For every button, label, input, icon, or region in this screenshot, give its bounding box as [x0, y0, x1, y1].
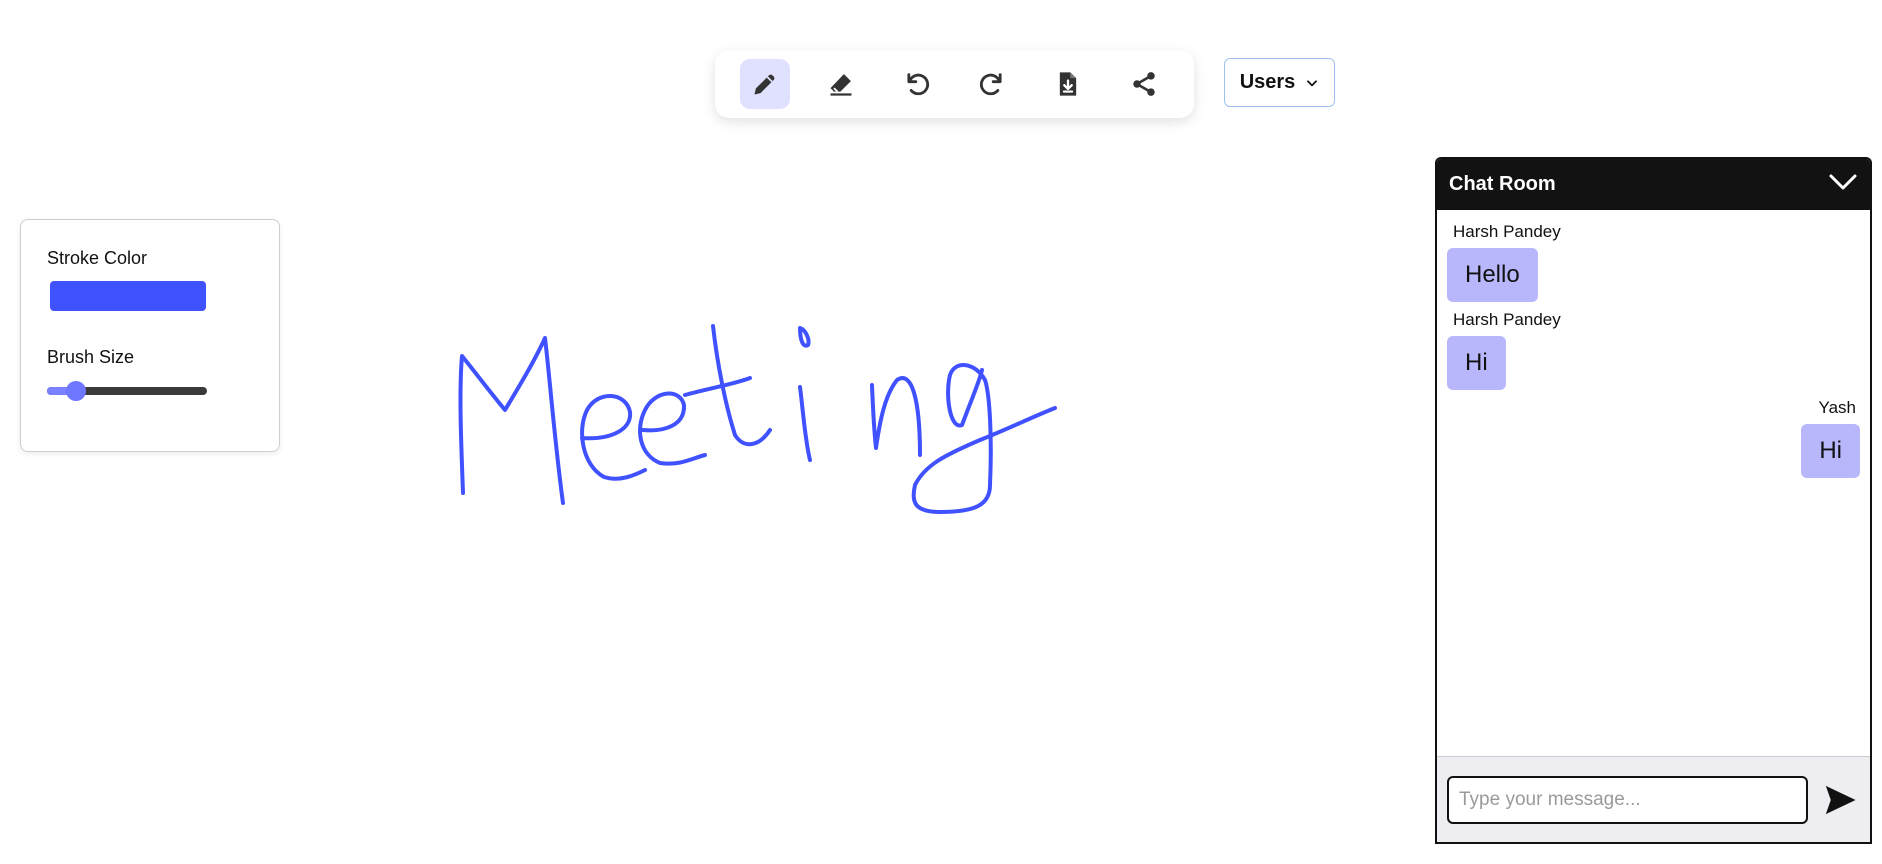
- message-input[interactable]: [1447, 775, 1808, 824]
- drawn-stroke: [683, 376, 752, 397]
- brush-size-label: Brush Size: [47, 347, 135, 367]
- chat-collapse-button[interactable]: [1828, 173, 1858, 196]
- message-sender: Yash: [1818, 398, 1857, 417]
- users-dropdown[interactable]: Users: [1224, 58, 1335, 107]
- chevron-down-icon: [1829, 174, 1857, 190]
- slider-thumb[interactable]: [65, 381, 86, 401]
- send-button[interactable]: [1820, 780, 1860, 820]
- undo-button[interactable]: [892, 59, 942, 109]
- drawn-stroke: [638, 391, 707, 466]
- drawn-stroke: [798, 385, 812, 462]
- share-icon: [1133, 72, 1155, 96]
- message-bubble: Hi: [1801, 424, 1860, 478]
- chat-input-bar: [1437, 756, 1870, 842]
- undo-icon: [906, 73, 929, 96]
- chat-message: Yash Hi: [1447, 398, 1860, 478]
- eraser-tool-button[interactable]: [816, 59, 866, 109]
- download-file-icon: [1060, 72, 1077, 96]
- send-icon: [1825, 785, 1856, 814]
- chat-room-panel: Chat Room Harsh Pandey Hello Harsh Pande…: [1435, 157, 1872, 844]
- message-sender: Harsh Pandey: [1453, 222, 1561, 241]
- pencil-tool-button[interactable]: [739, 59, 790, 109]
- share-button[interactable]: [1119, 59, 1169, 109]
- message-sender: Harsh Pandey: [1453, 310, 1561, 329]
- brush-size-slider[interactable]: [47, 380, 207, 402]
- drawing-toolbar: [715, 50, 1194, 118]
- download-button[interactable]: [1043, 59, 1093, 109]
- stroke-color-picker[interactable]: [50, 281, 206, 311]
- drawn-stroke: [870, 376, 922, 457]
- chevron-down-icon: [1307, 79, 1318, 86]
- drawn-stroke: [798, 326, 811, 348]
- message-bubble: Hello: [1447, 248, 1538, 302]
- chat-message: Harsh Pandey Hi: [1447, 310, 1860, 390]
- drawn-stroke: [458, 336, 565, 505]
- eraser-icon: [830, 74, 852, 96]
- message-bubble: Hi: [1447, 336, 1506, 390]
- users-label: Users: [1239, 71, 1296, 93]
- stroke-settings-panel: Stroke Color Brush Size: [20, 219, 280, 452]
- stroke-color-label: Stroke Color: [47, 248, 148, 268]
- redo-button[interactable]: [967, 59, 1017, 109]
- chat-header: Chat Room: [1437, 159, 1870, 210]
- pencil-icon: [754, 74, 775, 95]
- drawn-stroke: [911, 363, 1057, 514]
- chat-message: Harsh Pandey Hello: [1447, 222, 1860, 302]
- drawn-stroke: [580, 394, 647, 481]
- chat-messages: Harsh Pandey Hello Harsh Pandey Hi Yash …: [1437, 210, 1870, 755]
- redo-icon: [980, 73, 1002, 96]
- chat-title: Chat Room: [1449, 173, 1556, 195]
- drawn-stroke: [711, 324, 772, 447]
